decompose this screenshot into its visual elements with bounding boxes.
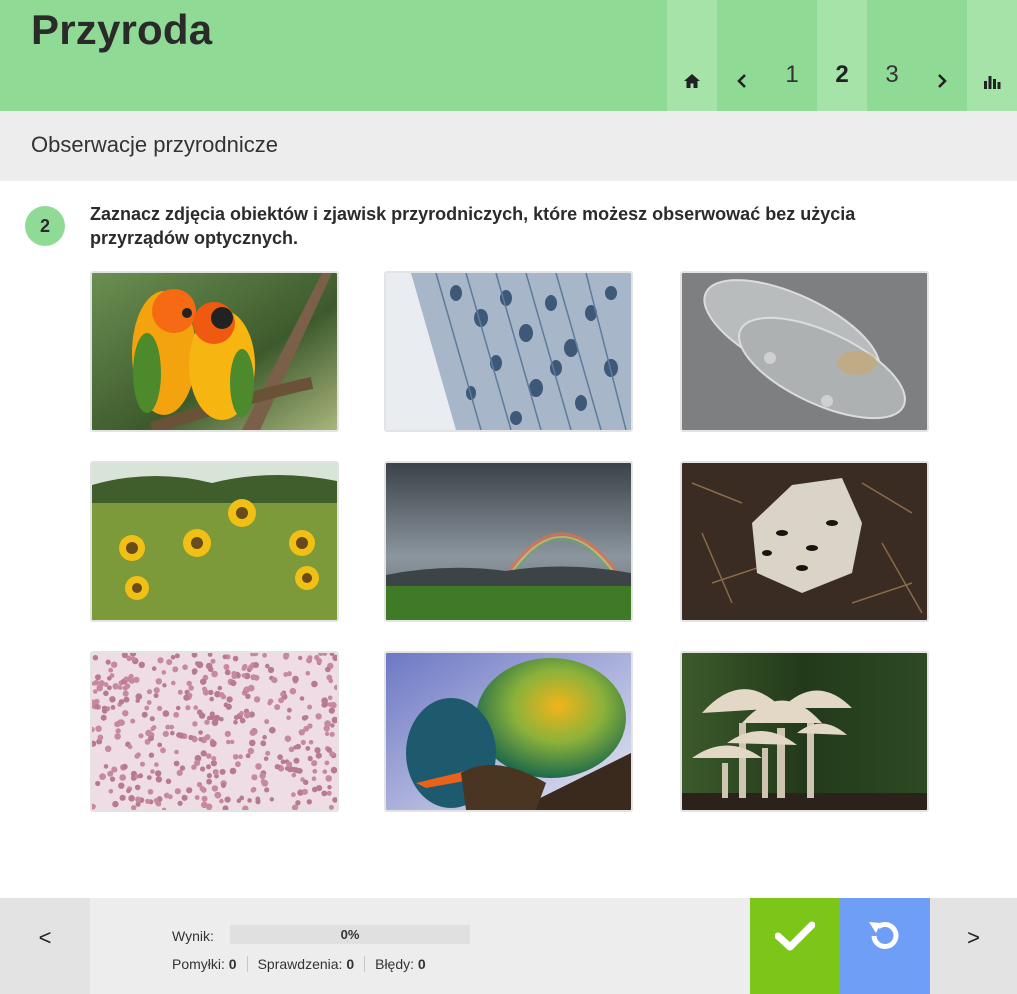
home-button[interactable] <box>667 0 717 111</box>
checks-stat: Sprawdzenia: 0 <box>246 956 365 972</box>
page-2-button[interactable]: 2 <box>817 0 867 111</box>
footer-bar: < Wynik: 0% Pomyłki: 0 Sprawdzenia: 0 Bł… <box>0 898 1017 994</box>
plant-cells-microscope-photo[interactable] <box>384 271 633 432</box>
previous-exercise-button[interactable]: < <box>0 898 90 994</box>
home-icon <box>683 73 701 89</box>
task-number-badge: 2 <box>25 206 65 246</box>
app-title: Przyroda <box>31 6 213 53</box>
next-page-button[interactable] <box>917 0 967 111</box>
reset-icon <box>866 917 904 960</box>
mistakes-stat: Pomyłki: 0 <box>172 956 247 972</box>
errors-value: 0 <box>417 956 426 972</box>
prev-page-button[interactable] <box>717 0 767 111</box>
check-answer-button[interactable] <box>750 898 840 994</box>
sunflowers-photo[interactable] <box>90 461 339 622</box>
parrots-photo[interactable] <box>90 271 339 432</box>
checks-label: Sprawdzenia: <box>257 956 343 972</box>
paramecium-microscope-photo[interactable] <box>680 271 929 432</box>
next-exercise-button[interactable]: > <box>930 898 1017 994</box>
errors-stat: Błędy: 0 <box>364 956 436 972</box>
stats-row: Pomyłki: 0 Sprawdzenia: 0 Błędy: 0 <box>172 956 436 972</box>
score-value: 0% <box>340 927 360 942</box>
checkmark-icon <box>774 921 816 956</box>
bar-chart-icon <box>983 73 1001 89</box>
score-progress-bar: 0% <box>230 925 470 944</box>
mushrooms-photo[interactable] <box>680 651 929 812</box>
checks-value: 0 <box>346 956 355 972</box>
task-instruction: Zaznacz zdjęcia obiektów i zjawisk przyr… <box>90 204 856 248</box>
chevron-left-icon <box>736 73 748 89</box>
page-3-button[interactable]: 3 <box>867 0 917 111</box>
chevron-right-icon <box>936 73 948 89</box>
reset-button[interactable] <box>840 898 930 994</box>
stats-button[interactable] <box>967 0 1017 111</box>
rainbow-photo[interactable] <box>384 461 633 622</box>
score-label: Wynik: <box>172 928 214 944</box>
mistakes-label: Pomyłki: <box>172 956 225 972</box>
app-header: Przyroda 1 2 3 <box>0 0 1017 111</box>
mistakes-value: 0 <box>228 956 237 972</box>
fly-eye-macro-photo[interactable] <box>384 651 633 812</box>
page-navigation: 1 2 3 <box>667 0 1017 111</box>
page-1-button[interactable]: 1 <box>767 0 817 111</box>
errors-label: Błędy: <box>375 956 415 972</box>
ants-on-stone-photo[interactable] <box>680 461 929 622</box>
section-title: Obserwacje przyrodnicze <box>31 132 278 157</box>
blood-cells-microscope-photo[interactable] <box>90 651 339 812</box>
section-bar: Obserwacje przyrodnicze <box>0 111 1017 181</box>
